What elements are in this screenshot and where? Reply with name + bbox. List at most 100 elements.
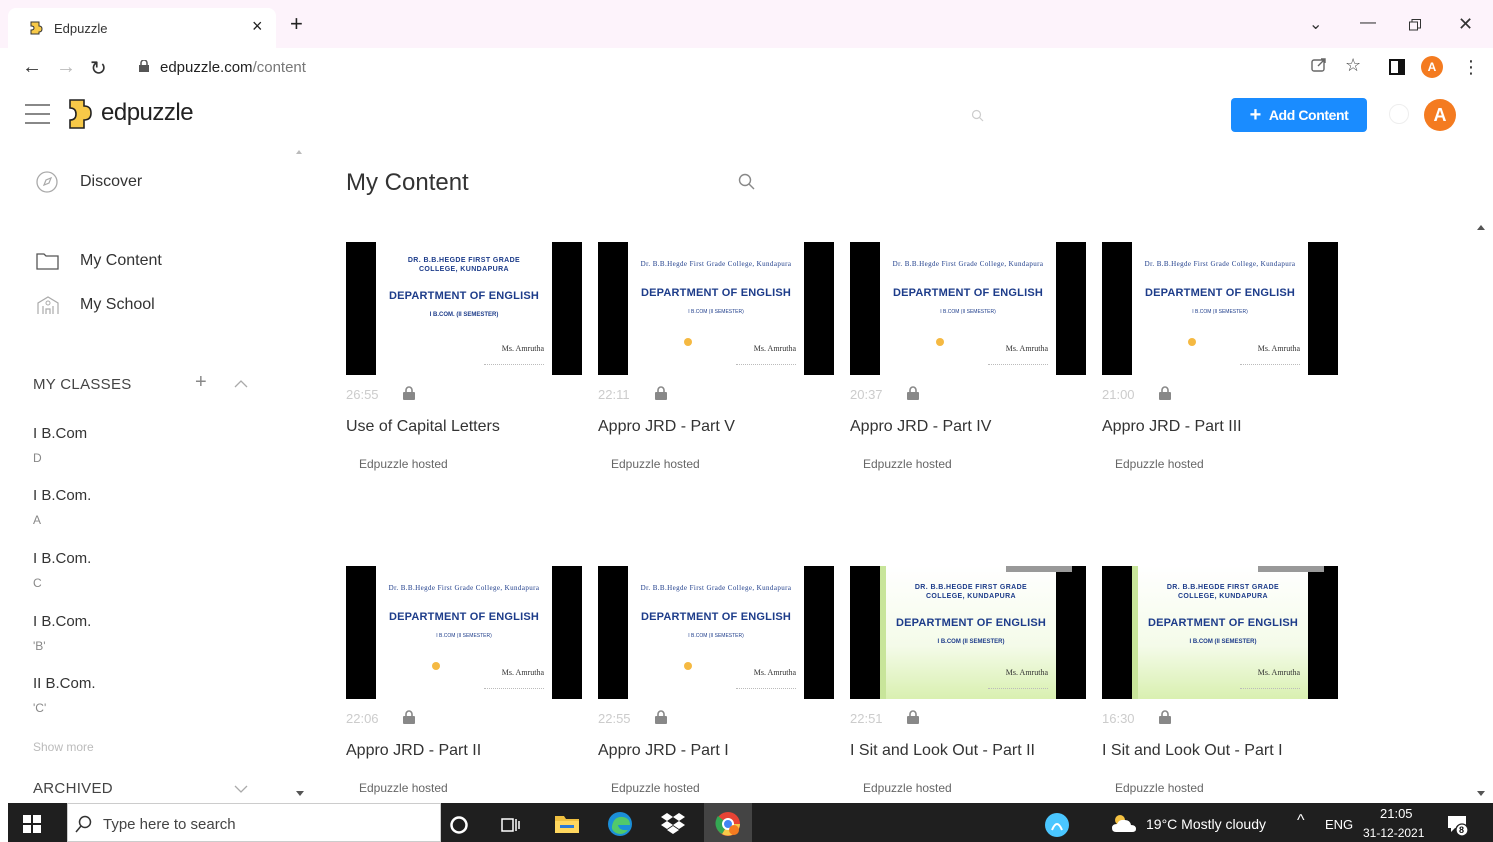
slide-subline <box>484 688 544 691</box>
global-search-icon[interactable] <box>971 109 985 123</box>
video-host: Edpuzzle hosted <box>863 781 952 795</box>
slide-college: DR. B.B.HEGDE FIRST GRADE COLLEGE, KUNDA… <box>914 584 1028 600</box>
share-icon[interactable] <box>1310 56 1328 74</box>
forward-arrow-icon[interactable]: → <box>56 56 76 79</box>
class-name: II B.Com. <box>33 675 96 692</box>
add-content-button[interactable]: + Add Content <box>1231 98 1367 132</box>
scroll-up-icon[interactable] <box>1477 225 1485 230</box>
video-host: Edpuzzle hosted <box>359 457 448 471</box>
slide-department: DEPARTMENT OF ENGLISH <box>892 287 1044 299</box>
restore-icon[interactable] <box>1409 19 1421 31</box>
bookmark-star-icon[interactable]: ☆ <box>1345 55 1361 76</box>
video-thumbnail[interactable]: DR. B.B.HEGDE FIRST GRADE COLLEGE, KUNDA… <box>850 566 1086 699</box>
archived-header[interactable]: ARCHIVED <box>33 780 113 797</box>
video-thumbnail[interactable]: Dr. B.B.Hegde First Grade College, Kunda… <box>850 242 1086 375</box>
minimize-icon[interactable]: — <box>1360 14 1376 32</box>
edge-browser-icon[interactable] <box>606 810 634 838</box>
window-close-icon[interactable]: ✕ <box>1458 14 1473 35</box>
sidebar-item-my-school[interactable]: My School <box>36 294 155 316</box>
url-field[interactable]: edpuzzle.com/content <box>160 59 306 76</box>
show-more-link[interactable]: Show more <box>33 740 94 754</box>
meet-now-icon[interactable] <box>1044 812 1070 838</box>
new-tab-icon[interactable]: + <box>290 13 303 35</box>
video-title[interactable]: I Sit and Look Out - Part II <box>850 742 1035 760</box>
slide-preview: DR. B.B.HEGDE FIRST GRADE COLLEGE, KUNDA… <box>880 566 1072 699</box>
video-title[interactable]: I Sit and Look Out - Part I <box>1102 742 1283 760</box>
browser-menu-icon[interactable]: ⋮ <box>1462 57 1480 78</box>
slide-subline <box>1240 364 1300 367</box>
video-title[interactable]: Appro JRD - Part IV <box>850 418 991 436</box>
slide-preview: Dr. B.B.Hegde First Grade College, Kunda… <box>628 242 804 375</box>
video-title[interactable]: Use of Capital Letters <box>346 418 500 436</box>
url-path: /content <box>252 59 306 76</box>
slide-preview: Dr. B.B.Hegde First Grade College, Kunda… <box>628 566 804 699</box>
video-thumbnail[interactable]: DR. B.B.HEGDE FIRST GRADE COLLEGE, KUNDA… <box>346 242 582 375</box>
back-arrow-icon[interactable]: ← <box>22 56 42 79</box>
class-name: I B.Com. <box>33 613 92 630</box>
collapse-chevron-up-icon[interactable] <box>234 380 248 388</box>
slide-college: DR. B.B.HEGDE FIRST GRADE COLLEGE, KUNDA… <box>407 257 521 273</box>
video-thumbnail[interactable]: Dr. B.B.Hegde First Grade College, Kunda… <box>598 242 834 375</box>
video-title[interactable]: Appro JRD - Part V <box>598 418 735 436</box>
show-hidden-icons-chevron-icon[interactable]: ^ <box>1297 812 1305 830</box>
user-avatar[interactable]: A <box>1424 99 1456 131</box>
dropbox-icon[interactable] <box>660 811 686 835</box>
add-content-label: Add Content <box>1268 107 1349 123</box>
expand-chevron-down-icon[interactable] <box>234 785 248 793</box>
lock-icon <box>1159 710 1171 724</box>
windows-start-icon[interactable] <box>23 815 41 833</box>
scroll-down-icon[interactable] <box>1477 791 1485 796</box>
video-title[interactable]: Appro JRD - Part II <box>346 742 481 760</box>
video-title[interactable]: Appro JRD - Part I <box>598 742 729 760</box>
slide-department: DEPARTMENT OF ENGLISH <box>640 611 792 623</box>
video-thumbnail[interactable]: Dr. B.B.Hegde First Grade College, Kunda… <box>346 566 582 699</box>
chrome-taskbar-active[interactable] <box>704 803 752 842</box>
slide-college: Dr. B.B.Hegde First Grade College, Kunda… <box>892 260 1044 268</box>
hamburger-menu-icon[interactable] <box>25 104 50 124</box>
notifications-icon[interactable] <box>1447 814 1469 836</box>
video-thumbnail[interactable]: Dr. B.B.Hegde First Grade College, Kunda… <box>598 566 834 699</box>
content-search-icon[interactable] <box>738 173 755 190</box>
side-panel-icon[interactable] <box>1389 59 1405 75</box>
plus-icon: + <box>1249 104 1262 126</box>
edpuzzle-logo-text[interactable]: edpuzzle <box>101 99 194 127</box>
browser-profile-avatar[interactable]: A <box>1421 56 1443 78</box>
add-class-icon[interactable]: + <box>195 371 207 394</box>
class-section: C <box>33 576 42 590</box>
reload-icon[interactable]: ↻ <box>90 56 107 81</box>
slide-preview: Dr. B.B.Hegde First Grade College, Kunda… <box>376 566 552 699</box>
cortana-icon[interactable] <box>449 815 469 835</box>
weather-cloudy-icon[interactable] <box>1110 812 1138 834</box>
slide-department: DEPARTMENT OF ENGLISH <box>640 287 792 299</box>
taskbar-time[interactable]: 21:05 <box>1380 806 1413 821</box>
sidebar-item-my-content[interactable]: My Content <box>36 250 162 272</box>
weather-text[interactable]: 19°C Mostly cloudy <box>1146 816 1266 832</box>
video-duration: 26:55 <box>346 387 379 402</box>
help-icon[interactable] <box>1389 104 1409 124</box>
task-view-icon[interactable] <box>500 815 520 835</box>
tab-search-chevron-icon[interactable]: ⌄ <box>1309 14 1322 34</box>
sidebar-item-discover[interactable]: Discover <box>36 171 142 193</box>
slide-semester: I B.COM (II SEMESTER) <box>1192 309 1248 315</box>
edpuzzle-logo-icon <box>69 99 92 129</box>
file-explorer-icon[interactable] <box>554 812 580 836</box>
language-indicator[interactable]: ENG <box>1325 817 1353 832</box>
slide-semester: I B.COM. (II SEMESTER) <box>429 312 499 318</box>
video-host: Edpuzzle hosted <box>359 781 448 795</box>
sun-decoration <box>936 338 944 346</box>
sidebar-scroll-down-icon[interactable] <box>296 791 304 796</box>
video-title[interactable]: Appro JRD - Part III <box>1102 418 1242 436</box>
sidebar-scroll-up-icon[interactable] <box>296 150 302 154</box>
slide-top-bar <box>1258 566 1324 572</box>
video-host: Edpuzzle hosted <box>611 781 700 795</box>
video-thumbnail[interactable]: Dr. B.B.Hegde First Grade College, Kunda… <box>1102 242 1338 375</box>
slide-department: DEPARTMENT OF ENGLISH <box>388 290 540 302</box>
browser-tab[interactable]: Edpuzzle × <box>8 8 276 48</box>
video-thumbnail[interactable]: DR. B.B.HEGDE FIRST GRADE COLLEGE, KUNDA… <box>1102 566 1338 699</box>
lock-icon <box>1159 386 1171 400</box>
tab-close-icon[interactable]: × <box>252 16 263 37</box>
slide-author: Ms. Amrutha <box>753 344 796 353</box>
taskbar-date[interactable]: 31-12-2021 <box>1363 826 1424 840</box>
slide-subline <box>988 364 1048 367</box>
school-icon <box>37 296 59 314</box>
